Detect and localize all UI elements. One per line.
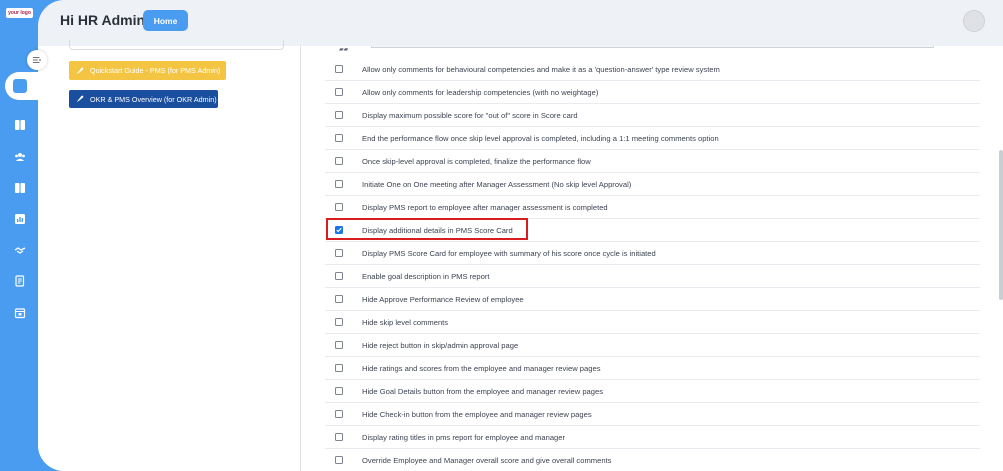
setting-row: Display PMS Score Card for employee with…: [325, 242, 980, 265]
book-icon[interactable]: [12, 180, 28, 196]
setting-checkbox[interactable]: [335, 88, 343, 96]
setting-label: Hide skip level comments: [362, 317, 449, 327]
setting-row: Initiate One on One meeting after Manage…: [325, 173, 980, 196]
scrollbar[interactable]: [999, 150, 1003, 300]
chart-icon[interactable]: [12, 211, 28, 227]
setting-checkbox[interactable]: [335, 180, 343, 188]
setting-checkbox[interactable]: [335, 65, 343, 73]
setting-checkbox[interactable]: [335, 410, 343, 418]
setting-label: Hide reject button in skip/admin approva…: [362, 340, 519, 350]
setting-checkbox[interactable]: [335, 272, 343, 280]
setting-label: Hide Check-in button from the employee a…: [362, 409, 592, 419]
setting-checkbox[interactable]: [335, 341, 343, 349]
page-title: Hi HR Admin: [60, 12, 146, 28]
setting-checkbox[interactable]: [335, 249, 343, 257]
collapse-sidebar-button[interactable]: [27, 50, 47, 70]
setting-checkbox[interactable]: [335, 134, 343, 142]
setting-checkbox[interactable]: [335, 203, 343, 211]
main-content: Hi HR Admin Home Quickstart Guide - PMS …: [38, 0, 1003, 471]
setting-row: Display maximum possible score for "out …: [325, 104, 980, 127]
setting-label: Display additional details in PMS Score …: [362, 225, 513, 235]
setting-row: Display rating titles in pms report for …: [325, 426, 980, 449]
setting-row: Once skip-level approval is completed, f…: [325, 150, 980, 173]
rocket-icon: [76, 95, 84, 103]
okr-overview-button[interactable]: OKR & PMS Overview (for OKR Admin): [69, 90, 218, 108]
setting-row: Enable goal description in PMS report: [325, 265, 980, 288]
setting-row: Hide Approve Performance Review of emplo…: [325, 288, 980, 311]
setting-checkbox[interactable]: [335, 387, 343, 395]
setting-row: Display PMS report to employee after man…: [325, 196, 980, 219]
setting-checkbox[interactable]: [335, 318, 343, 326]
pms-quickstart-button[interactable]: Quickstart Guide - PMS (for PMS Admin): [69, 61, 226, 80]
document-icon[interactable]: [12, 273, 28, 289]
sidebar-rail: your logo: [0, 0, 40, 471]
setting-row: End the performance flow once skip level…: [325, 127, 980, 150]
setting-checkbox[interactable]: [335, 364, 343, 372]
users-icon[interactable]: [12, 149, 28, 165]
setting-checkbox[interactable]: [335, 226, 343, 234]
setting-row: Hide Goal Details button from the employ…: [325, 380, 980, 403]
setting-row: Hide skip level comments: [325, 311, 980, 334]
setting-row: Allow only comments for behavioural comp…: [325, 58, 980, 81]
settings-panel: ▰▰ Allow only comments for behavioural c…: [300, 46, 1003, 471]
rocket-icon: [76, 67, 84, 74]
home-button[interactable]: Home: [143, 10, 188, 31]
setting-row: Display additional details in PMS Score …: [325, 219, 980, 242]
setting-row: Hide ratings and scores from the employe…: [325, 357, 980, 380]
setting-checkbox[interactable]: [335, 157, 343, 165]
setting-row: Override Employee and Manager overall sc…: [325, 449, 980, 471]
setting-label: Allow only comments for behavioural comp…: [362, 64, 720, 74]
grip-icon: ▰▰: [339, 47, 349, 53]
setting-label: Allow only comments for leadership compe…: [362, 87, 599, 97]
setting-checkbox[interactable]: [335, 433, 343, 441]
setting-label: Display rating titles in pms report for …: [362, 432, 566, 442]
setting-label: Override Employee and Manager overall sc…: [362, 455, 612, 465]
setting-label: Display maximum possible score for "out …: [362, 110, 578, 120]
left-panel: Quickstart Guide - PMS (for PMS Admin) O…: [38, 40, 300, 471]
setting-label: Once skip-level approval is completed, f…: [362, 156, 591, 166]
logo: your logo: [6, 8, 33, 18]
analytics-icon[interactable]: [13, 79, 27, 93]
settings-field[interactable]: [371, 46, 934, 48]
search-input[interactable]: [69, 40, 284, 50]
setting-checkbox[interactable]: [335, 456, 343, 464]
setting-label: Enable goal description in PMS report: [362, 271, 490, 281]
setting-label: Display PMS Score Card for employee with…: [362, 248, 656, 258]
setting-row: Hide Check-in button from the employee a…: [325, 403, 980, 426]
setting-label: End the performance flow once skip level…: [362, 133, 719, 143]
calendar-icon[interactable]: [12, 305, 28, 321]
pms-quickstart-label: Quickstart Guide - PMS (for PMS Admin): [90, 66, 221, 75]
handshake-icon[interactable]: [12, 242, 28, 258]
setting-label: Hide Goal Details button from the employ…: [362, 386, 604, 396]
setting-label: Display PMS report to employee after man…: [362, 202, 608, 212]
book-icon[interactable]: [12, 117, 28, 133]
setting-label: Initiate One on One meeting after Manage…: [362, 179, 632, 189]
setting-checkbox[interactable]: [335, 111, 343, 119]
setting-label: Hide ratings and scores from the employe…: [362, 363, 601, 373]
setting-label: Hide Approve Performance Review of emplo…: [362, 294, 524, 304]
setting-checkbox[interactable]: [335, 295, 343, 303]
avatar[interactable]: [963, 10, 985, 32]
collapse-icon: [32, 57, 42, 63]
setting-row: Allow only comments for leadership compe…: [325, 81, 980, 104]
okr-overview-label: OKR & PMS Overview (for OKR Admin): [90, 94, 217, 104]
setting-row: Hide reject button in skip/admin approva…: [325, 334, 980, 357]
